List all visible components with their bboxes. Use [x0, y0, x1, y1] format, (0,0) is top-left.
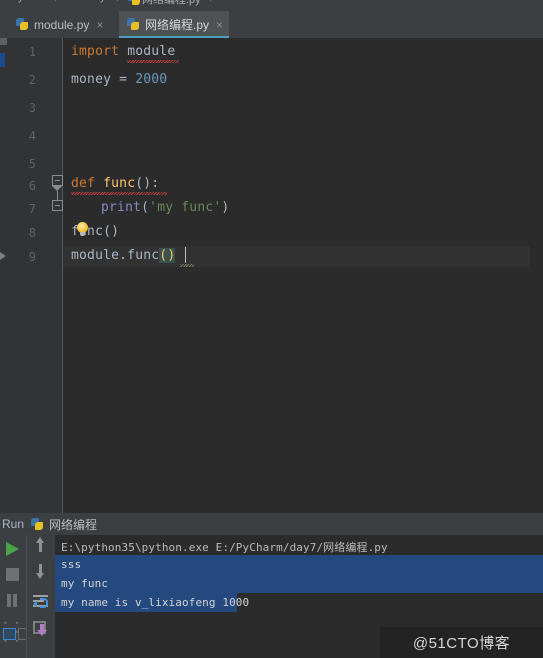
warning-squiggle [180, 264, 194, 267]
python-file-icon [31, 517, 44, 531]
token-paren-open: ( [141, 200, 150, 215]
token-string: 'my func' [149, 200, 222, 215]
stop-icon [6, 568, 19, 581]
pause-icon-bar2 [13, 594, 17, 607]
pause-icon [7, 594, 11, 607]
text-caret [185, 247, 186, 263]
token-def-tail: (): [135, 176, 160, 191]
console-line-output: sss [61, 558, 82, 571]
fold-marker-expanded[interactable] [52, 175, 63, 186]
run-configuration-name: 网络编程 [49, 517, 98, 532]
close-icon[interactable]: × [96, 19, 103, 31]
line-number: 4 [28, 129, 36, 143]
error-squiggle [127, 60, 179, 63]
line-number: 8 [28, 226, 36, 240]
line-number: 9 [28, 250, 36, 264]
soft-wrap-icon [33, 594, 48, 608]
code-line-6: def func(): [71, 176, 159, 191]
breadcrumb-item-2[interactable]: 网络编程.py [142, 0, 201, 7]
selection-highlight [55, 555, 543, 574]
code-line-2: money = 2000 [71, 72, 167, 87]
run-toolbar-secondary [26, 535, 55, 658]
tab-wangluobiancheng-py[interactable]: 网络编程.py × [119, 11, 229, 38]
tab-label: module.py [34, 17, 90, 32]
export-button[interactable] [28, 617, 52, 641]
code-line-9: module.func() [71, 248, 176, 263]
line-number: 6 [28, 179, 36, 193]
lightbulb-icon[interactable] [76, 222, 89, 237]
python-file-icon [127, 18, 140, 31]
token-matched-parens: () [159, 248, 176, 263]
close-icon[interactable]: × [216, 19, 223, 31]
run-toolbar-primary: • • • • • • [0, 535, 31, 658]
pycharm-window: y / y / 网络编程.py / module.py × 网络编程.py × [0, 0, 543, 658]
rerun-button[interactable] [1, 537, 25, 561]
breadcrumb-separator-2: / [210, 0, 213, 4]
line-number: 1 [28, 45, 36, 59]
code-line-7: print('my func') [101, 200, 229, 215]
run-tool-label: Run [2, 517, 25, 531]
scroll-up-button[interactable] [28, 537, 52, 561]
error-squiggle [71, 192, 167, 195]
selection-highlight [55, 574, 543, 593]
token-module-name: module [119, 44, 176, 59]
gutter-marker-top [0, 38, 7, 45]
tab-module-py[interactable]: module.py × [8, 11, 113, 38]
token-function-name: func [95, 176, 136, 191]
watermark: @51CTO博客 [380, 627, 543, 658]
token-keyword: import [71, 44, 120, 59]
watermark-text: @51CTO博客 [412, 635, 511, 652]
tab-label: 网络编程.py [145, 18, 210, 32]
console-line-command: E:\python35\python.exe E:/PyCharm/day7/网… [61, 541, 388, 554]
breadcrumb-item-0[interactable]: y [18, 0, 24, 3]
line-number: 5 [28, 157, 36, 171]
token-variable: money = [71, 72, 136, 87]
console-line-output: my func [61, 577, 109, 590]
line-number: 2 [28, 73, 36, 87]
arrow-up-icon [36, 537, 44, 553]
fold-region-line [57, 191, 58, 200]
editor-tab-bar: module.py × 网络编程.py × [0, 11, 543, 39]
gutter-caret-marker [0, 252, 6, 260]
token-builtin-function: print [101, 200, 142, 215]
token-def-keyword: def [71, 176, 96, 191]
python-file-icon [128, 0, 141, 6]
soft-wrap-button[interactable] [28, 589, 52, 613]
token-number: 2000 [135, 72, 168, 87]
line-number: 7 [28, 202, 36, 216]
code-text-area[interactable]: import module money = 2000 def func(): p… [63, 38, 543, 513]
export-icon [33, 621, 48, 636]
python-file-icon [16, 18, 29, 31]
code-line-1: import module [71, 44, 175, 59]
code-editor[interactable]: 1 2 3 4 5 6 7 8 9 import module money = … [0, 38, 543, 513]
play-icon [6, 542, 19, 556]
editor-gutter[interactable]: 1 2 3 4 5 6 7 8 9 [0, 38, 63, 513]
breadcrumb-separator-0: / [55, 0, 58, 4]
token-paren-close: ) [221, 200, 230, 215]
run-tool-window: • • • • • • [0, 535, 543, 658]
scroll-down-button[interactable] [28, 563, 52, 587]
token-qualified-call: module.func [71, 248, 160, 263]
breadcrumb-separator-1: / [117, 0, 120, 4]
arrow-down-icon [36, 563, 44, 579]
stop-button[interactable] [1, 563, 25, 587]
fold-marker-end[interactable] [52, 200, 63, 211]
breadcrumb-item-1[interactable]: y [100, 0, 106, 3]
line-number: 3 [28, 101, 36, 115]
breadcrumb: y / y / 网络编程.py / [0, 0, 543, 11]
pause-button[interactable] [1, 589, 25, 613]
gutter-changed-marker [0, 53, 5, 67]
console-line-output: my name is v_lixiaofeng 1000 [61, 596, 250, 609]
console-tab-icon[interactable] [3, 628, 16, 640]
run-tool-window-header[interactable]: Run 网络编程 [0, 513, 543, 535]
